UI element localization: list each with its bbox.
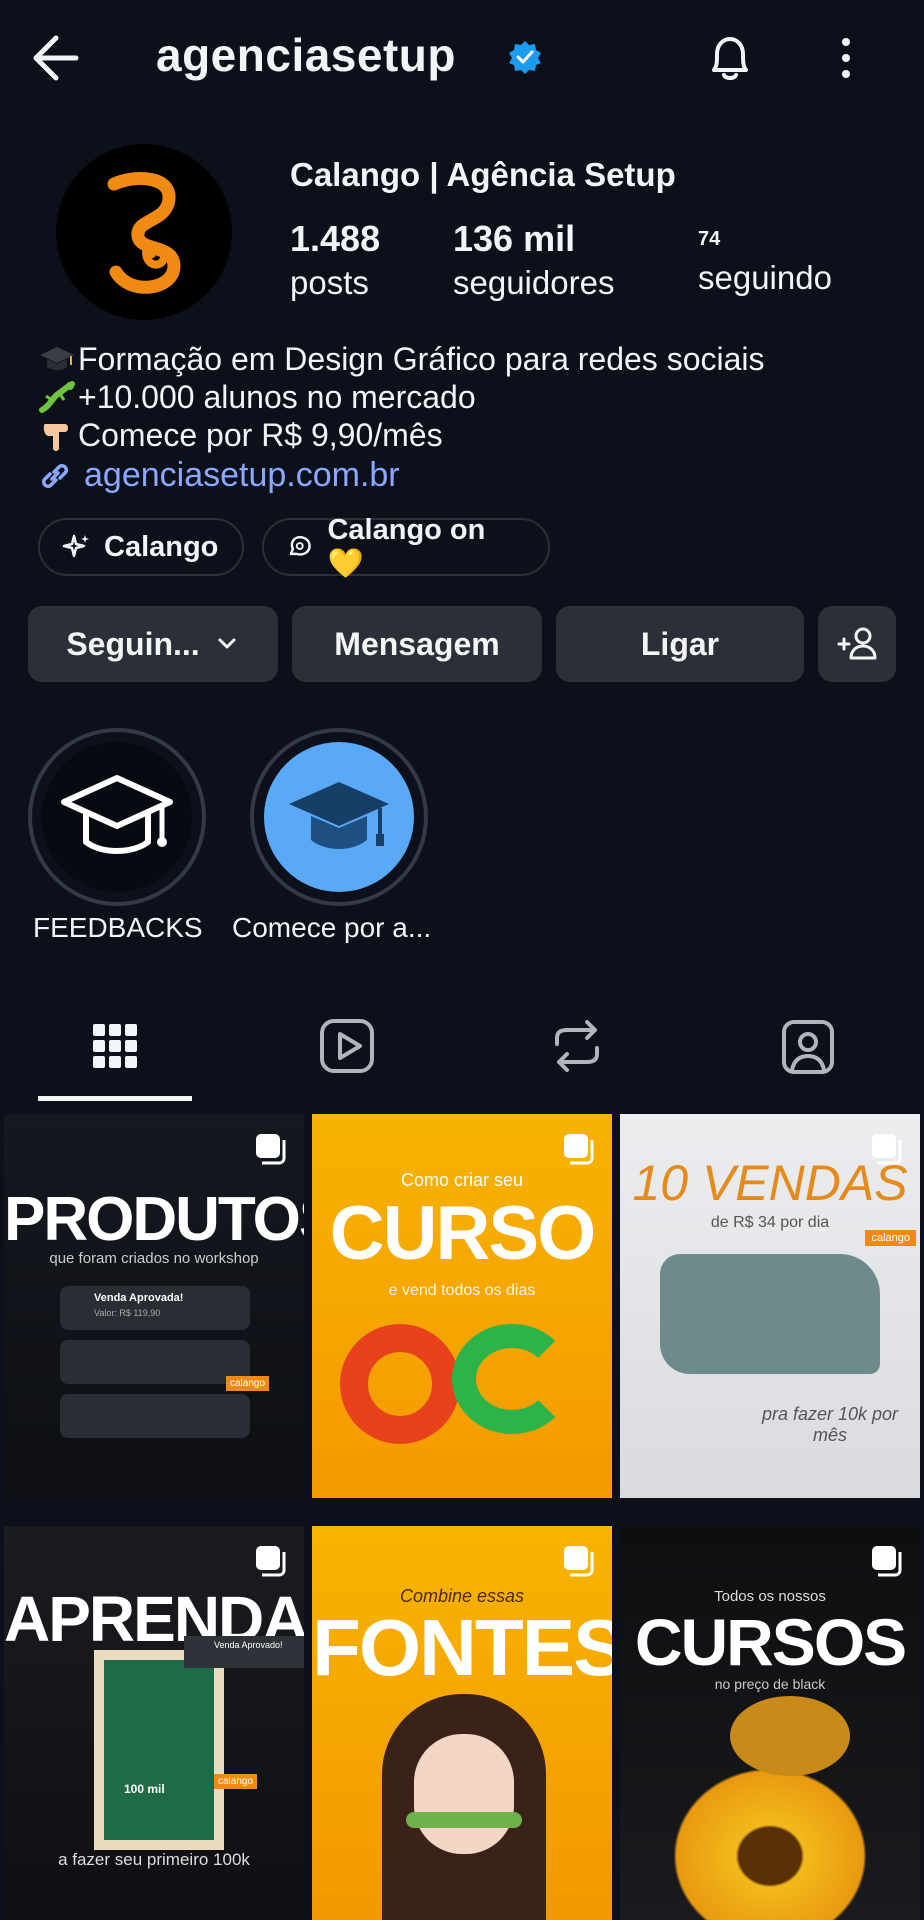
highlight-label: FEEDBACKS xyxy=(33,912,203,943)
post-subline: no preço de black xyxy=(714,1676,826,1692)
posts-count: 1.488 xyxy=(290,218,381,259)
following-label: seguindo xyxy=(698,259,832,296)
post-tile[interactable]: Combine essas FONTES xyxy=(312,1526,612,1920)
carousel-icon xyxy=(564,1546,594,1577)
highlight-cover xyxy=(42,742,192,892)
carousel-icon xyxy=(872,1134,902,1165)
post-card xyxy=(60,1340,250,1384)
call-button[interactable]: Ligar xyxy=(556,606,804,682)
post-headline: FONTES xyxy=(312,1603,612,1692)
sparkles-icon xyxy=(62,534,89,558)
graduation-cap-emoji-icon xyxy=(36,340,78,378)
post-card-text: Venda Aprovado! xyxy=(184,1636,304,1668)
carousel-icon xyxy=(256,1546,286,1577)
bio-line: +10.000 alunos no mercado xyxy=(36,378,765,416)
flame-graphic xyxy=(340,1324,460,1444)
character-graphic xyxy=(382,1694,546,1920)
post-subline: que foram criados no workshop xyxy=(49,1250,259,1267)
post-tile[interactable]: Todos os nossos CURSOS no preço de black xyxy=(620,1526,920,1920)
bio-text: Comece por R$ 9,90/mês xyxy=(78,417,443,453)
verified-badge-icon xyxy=(509,41,541,74)
chip-label: Calango xyxy=(104,530,219,563)
post-tag: calango xyxy=(214,1774,258,1789)
chip-calango-on[interactable]: Calango on 💛 xyxy=(262,514,550,580)
graduation-cap-icon xyxy=(61,775,173,854)
back-arrow-icon[interactable] xyxy=(26,30,86,86)
followers-count: 136 mil xyxy=(453,218,576,259)
post-card-text: 100 mil xyxy=(124,1782,165,1796)
sunflower-graphic xyxy=(660,1756,880,1920)
bell-icon[interactable] xyxy=(702,30,758,86)
post-subline: pra fazer 10k por mês xyxy=(761,1404,899,1445)
post-card-text: Valor: R$ 119,90 xyxy=(94,1308,161,1318)
bee-graphic xyxy=(730,1696,850,1776)
following-stat[interactable]: 74 seguindo xyxy=(698,218,832,297)
bio-text: +10.000 alunos no mercado xyxy=(78,379,476,415)
post-tag: calango xyxy=(226,1376,270,1391)
posts-label: posts xyxy=(290,264,369,301)
post-tile[interactable]: 10 VENDAS de R$ 34 por dia calango pra f… xyxy=(620,1114,920,1498)
post-subline: e vend todos os dias xyxy=(388,1282,536,1299)
banknote-graphic xyxy=(660,1254,880,1374)
post-headline: CURSOS xyxy=(634,1605,907,1679)
post-headline: PRODUTOS xyxy=(4,1185,304,1254)
plaque-graphic xyxy=(94,1650,224,1850)
following-button[interactable]: Seguin... xyxy=(28,606,278,682)
message-button[interactable]: Mensagem xyxy=(292,606,542,682)
post-card: Venda Aprovada! Valor: R$ 119,90 xyxy=(60,1286,250,1330)
post-tile[interactable]: Como criar seu CURSO e vend todos os dia… xyxy=(312,1114,612,1498)
bio-text: Formação em Design Gráfico para redes so… xyxy=(78,341,765,377)
threads-chat-icon xyxy=(289,535,311,556)
carousel-icon xyxy=(872,1546,902,1577)
profile-header: agenciasetup xyxy=(0,0,924,118)
brand-logo-icon xyxy=(107,172,181,294)
money-graphic xyxy=(452,1324,572,1434)
highlight-label: Comece por a... xyxy=(232,912,432,943)
followers-label: seguidores xyxy=(453,264,615,301)
profile-link-text[interactable]: agenciasetup.com.br xyxy=(84,456,400,495)
post-tile[interactable]: APRENDA Venda Aprovado! 100 mil calango … xyxy=(4,1526,304,1920)
pointing-down-emoji-icon xyxy=(36,416,78,454)
graduation-cap-icon xyxy=(289,782,389,849)
profile-avatar[interactable] xyxy=(56,144,232,320)
following-count: 74 xyxy=(698,228,721,250)
post-subline: a fazer seu primeiro 100k xyxy=(58,1850,250,1869)
posts-stat[interactable]: 1.488 posts xyxy=(290,218,380,302)
call-button-label: Ligar xyxy=(640,625,720,662)
post-tag: calango xyxy=(865,1230,916,1246)
link-icon xyxy=(41,463,69,488)
post-headline: CURSO xyxy=(329,1191,596,1276)
profile-link[interactable]: agenciasetup.com.br xyxy=(36,456,400,495)
bio-line: Comece por R$ 9,90/mês xyxy=(36,416,765,454)
post-card xyxy=(60,1394,250,1438)
post-subline: Como criar seu xyxy=(400,1170,524,1190)
profile-username: agenciasetup xyxy=(156,29,456,81)
lizard-emoji-icon xyxy=(36,378,78,416)
tagged-icon[interactable] xyxy=(772,1010,844,1082)
active-tab-indicator xyxy=(38,1096,192,1101)
reels-icon[interactable] xyxy=(311,1010,383,1082)
highlight-comece[interactable] xyxy=(250,728,428,906)
carousel-icon xyxy=(256,1134,286,1165)
suggest-people-button[interactable] xyxy=(818,606,896,682)
carousel-icon xyxy=(564,1134,594,1165)
add-person-icon xyxy=(837,627,877,660)
post-subline: Todos os nossos xyxy=(714,1588,826,1605)
highlight-cover xyxy=(264,742,414,892)
more-vertical-icon[interactable] xyxy=(826,34,866,84)
followers-stat[interactable]: 136 mil seguidores xyxy=(453,218,614,302)
reposts-icon[interactable] xyxy=(541,1010,613,1082)
chip-calango[interactable]: Calango xyxy=(38,518,244,576)
post-tile[interactable]: PRODUTOS que foram criados no workshop V… xyxy=(4,1114,304,1498)
profile-bio: Formação em Design Gráfico para redes so… xyxy=(36,340,765,454)
post-card-text: Venda Aprovada! xyxy=(94,1292,184,1304)
highlight-feedbacks[interactable] xyxy=(28,728,206,906)
grid-icon[interactable] xyxy=(79,1010,151,1082)
chip-label: Calango on 💛 xyxy=(327,513,486,580)
profile-display-name: Calango | Agência Setup xyxy=(290,156,676,193)
following-button-label: Seguin... xyxy=(66,625,200,662)
chevron-down-icon xyxy=(218,638,236,649)
message-button-label: Mensagem xyxy=(334,625,500,662)
bio-line: Formação em Design Gráfico para redes so… xyxy=(36,340,765,378)
